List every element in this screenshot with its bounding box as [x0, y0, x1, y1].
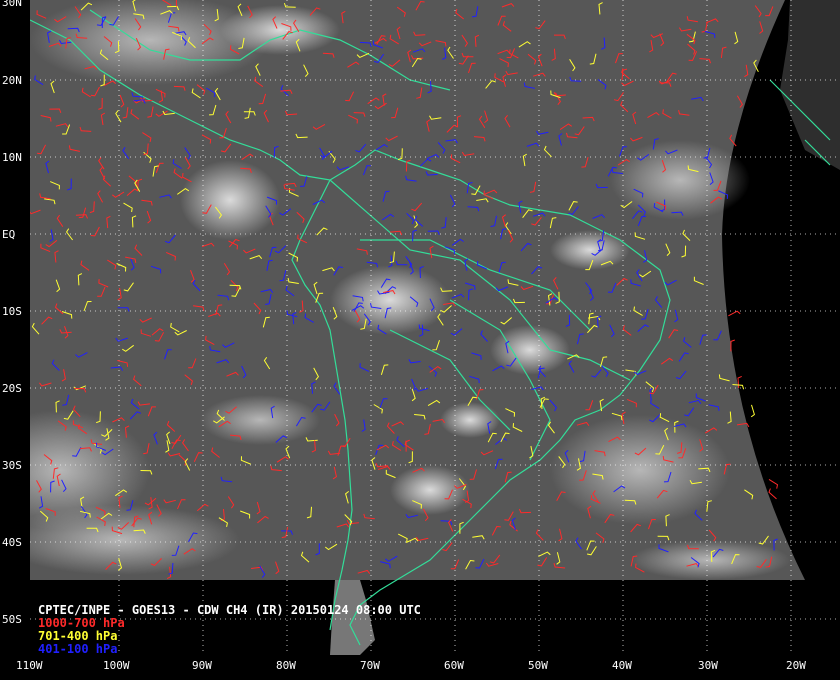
- lat-label-10n: 10N: [2, 151, 22, 164]
- lon-label-50w: 50W: [528, 659, 548, 672]
- wind-barb: [768, 478, 779, 489]
- lat-label-30s: 30S: [2, 459, 22, 472]
- lon-label-60w: 60W: [444, 659, 464, 672]
- satellite-image: [30, 0, 840, 655]
- lon-label-80w: 80W: [276, 659, 296, 672]
- map-legend: CPTEC/INPE - GOES13 - CDW CH4 (IR) 20150…: [38, 604, 421, 656]
- lat-label-50s: 50S: [2, 613, 22, 626]
- lon-label-90w: 90W: [192, 659, 212, 672]
- lat-label-10s: 10S: [2, 305, 22, 318]
- lon-label-30w: 30W: [698, 659, 718, 672]
- satellite-map: [30, 0, 840, 655]
- wind-barb: [737, 375, 742, 389]
- wind-barb: [728, 310, 741, 317]
- lon-label-20w: 20W: [786, 659, 806, 672]
- lon-label-100w: 100W: [103, 659, 130, 672]
- lat-label-eq: EQ: [2, 228, 16, 241]
- legend-item-high-level: 401-100 hPa: [38, 642, 118, 656]
- wind-barb: [750, 404, 755, 418]
- lat-label-30n: 30N: [2, 0, 22, 9]
- lat-label-40s: 40S: [2, 536, 22, 549]
- lat-label-20s: 20S: [2, 382, 22, 395]
- wind-barb: [768, 488, 777, 500]
- lat-label-20n: 20N: [2, 74, 22, 87]
- lon-label-40w: 40W: [612, 659, 632, 672]
- lon-label-110w: 110W: [16, 659, 43, 672]
- lon-label-70w: 70W: [360, 659, 380, 672]
